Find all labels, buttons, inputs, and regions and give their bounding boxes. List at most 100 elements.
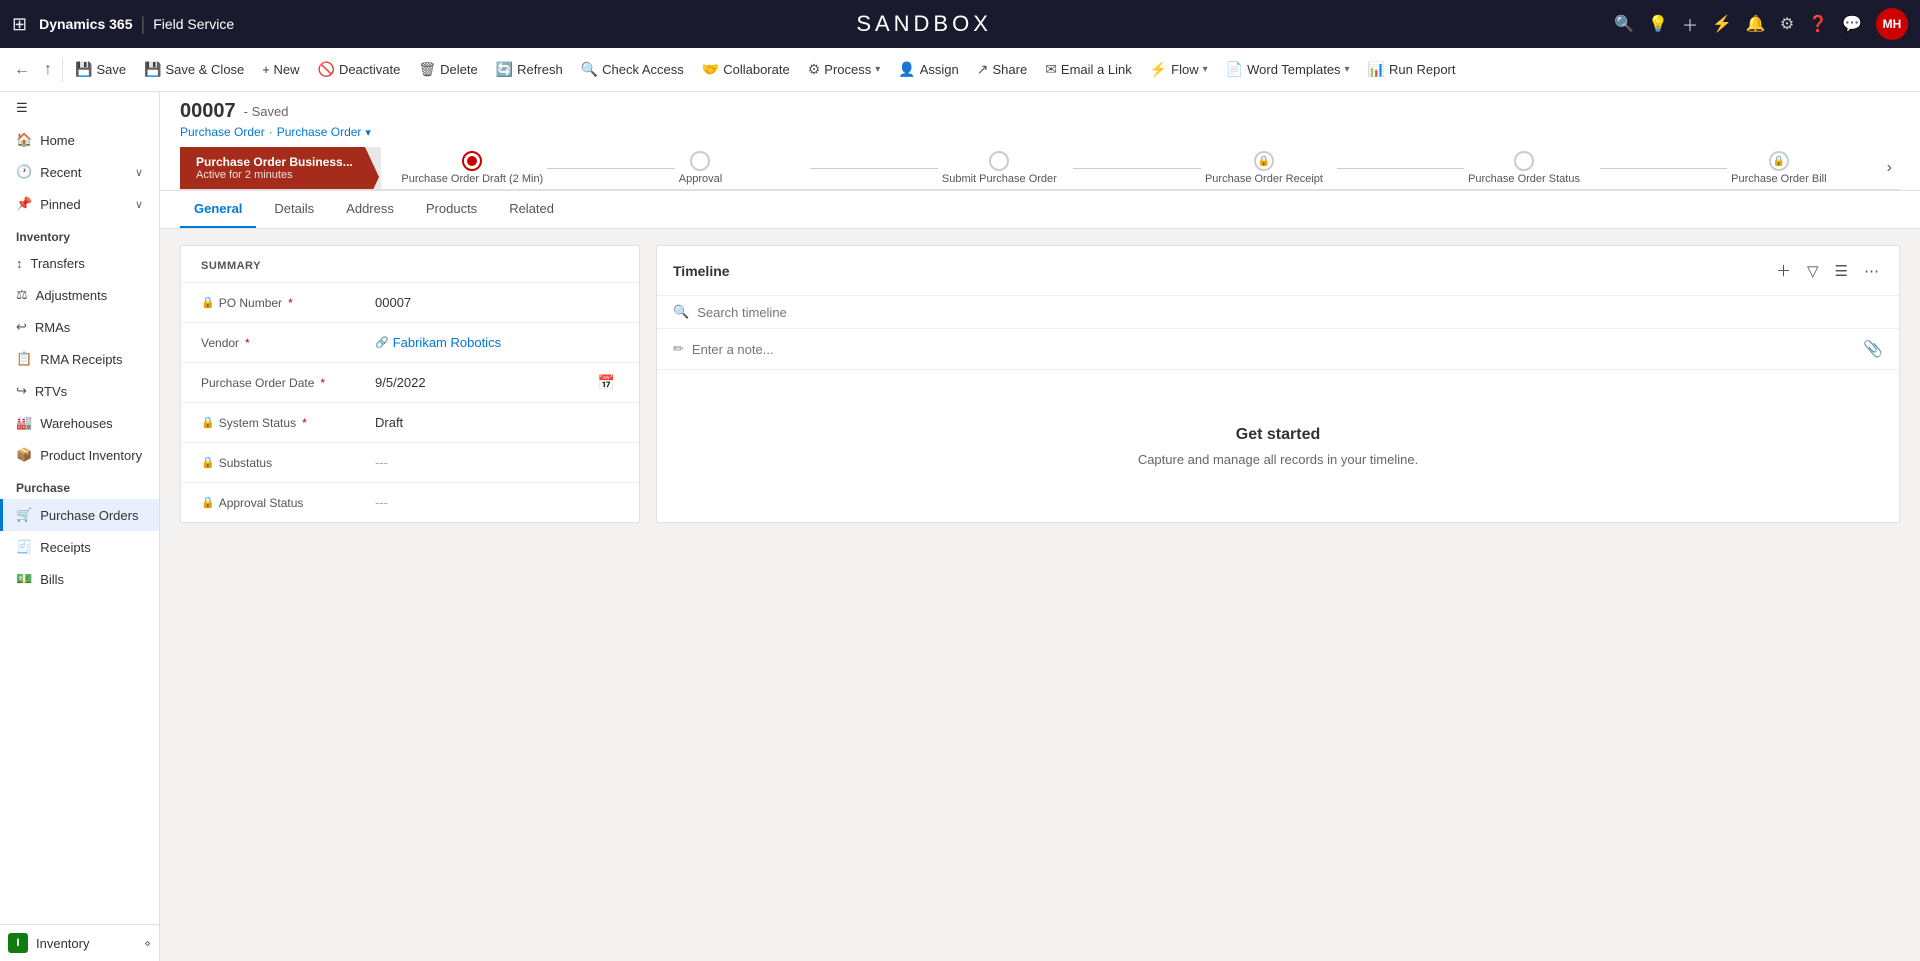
brand-module[interactable]: Field Service [153, 16, 234, 32]
po-number-value[interactable]: 00007 [371, 293, 619, 313]
sidebar-item-transfers[interactable]: ↕ Transfers [0, 248, 159, 279]
back-button[interactable]: ← [8, 57, 36, 83]
refresh-button[interactable]: 🔄 Refresh [488, 57, 571, 82]
receipts-icon: 🧾 [16, 539, 32, 555]
sidebar-item-bills[interactable]: 💵 Bills [0, 563, 159, 595]
step-5-circle [1514, 151, 1534, 171]
sidebar-item-recent[interactable]: 🕐 Recent ∨ [0, 156, 159, 188]
brand: Dynamics 365 | Field Service [39, 14, 234, 35]
system-status-value[interactable]: Draft [371, 413, 619, 433]
timeline-title: Timeline [673, 263, 1772, 279]
timeline-search-input[interactable] [697, 305, 1883, 320]
lightbulb-icon[interactable]: 💡 [1648, 14, 1668, 34]
step-connector-4 [1337, 168, 1465, 169]
command-bar: ← ↑ 💾 Save 💾 Save & Close + New 🚫 Deacti… [0, 48, 1920, 92]
nav-icons: 🔍 💡 ＋ ⚡ 🔔 ⚙ ❓ 💬 MH [1614, 8, 1908, 40]
menu-icon: ☰ [16, 100, 28, 116]
tab-products[interactable]: Products [412, 191, 491, 228]
vendor-value[interactable]: 🔗 Fabrikam Robotics [371, 333, 619, 353]
pin-icon: 📌 [16, 196, 32, 212]
process-step-3[interactable]: Submit Purchase Order [942, 151, 1070, 185]
bell-icon[interactable]: 🔔 [1746, 14, 1766, 34]
process-step-2[interactable]: Approval [679, 151, 807, 185]
check-access-button[interactable]: 🔍 Check Access [573, 57, 692, 82]
brand-separator: | [141, 14, 146, 35]
tab-related[interactable]: Related [495, 191, 568, 228]
status-lock-icon: 🔒 [201, 416, 215, 429]
sidebar-item-product-inventory[interactable]: 📦 Product Inventory [0, 439, 159, 471]
word-templates-button[interactable]: 📄 Word Templates ▾ [1218, 57, 1358, 82]
sidebar-item-rtvs[interactable]: ↪ RTVs [0, 375, 159, 407]
breadcrumb-item-2[interactable]: Purchase Order [277, 125, 362, 139]
process-step-5[interactable]: Purchase Order Status [1468, 151, 1596, 185]
note-input[interactable] [692, 342, 1855, 357]
delete-button[interactable]: 🗑 Delete [410, 57, 485, 82]
po-date-value[interactable]: 9/5/2022 📅 [371, 372, 619, 394]
brand-dynamics[interactable]: Dynamics 365 [39, 16, 132, 32]
tab-address[interactable]: Address [332, 191, 408, 228]
recent-chevron-icon: ∨ [135, 166, 143, 179]
timeline-filter-button[interactable]: ▽ [1803, 260, 1823, 282]
forward-button[interactable]: ↑ [38, 57, 58, 83]
process-expand-button[interactable]: › [1879, 147, 1900, 189]
step-4-circle: 🔒 [1254, 151, 1274, 171]
step-5-label: Purchase Order Status [1468, 173, 1580, 185]
process-step-6[interactable]: 🔒 Purchase Order Bill [1731, 151, 1859, 185]
sidebar-item-purchase-orders[interactable]: 🛒 Purchase Orders [0, 499, 159, 531]
process-active-step[interactable]: Purchase Order Business... Active for 2 … [180, 147, 365, 189]
sidebar-item-rma-receipts[interactable]: 📋 RMA Receipts [0, 343, 159, 375]
process-chevron-icon: ▾ [875, 64, 880, 75]
breadcrumb-chevron-icon[interactable]: ▾ [365, 126, 371, 139]
timeline-list-button[interactable]: ☰ [1831, 260, 1852, 282]
field-approval-status: 🔒 Approval Status --- [181, 482, 639, 522]
record-id: 00007 [180, 100, 236, 123]
save-button[interactable]: 💾 Save [67, 57, 134, 82]
form-area: SUMMARY 🔒 PO Number * 00007 Vendor * [160, 229, 1920, 539]
process-active-title: Purchase Order Business... [196, 155, 353, 169]
process-step-1[interactable]: Purchase Order Draft (2 Min) [401, 151, 543, 185]
avatar[interactable]: MH [1876, 8, 1908, 40]
sidebar-item-rmas[interactable]: ↩ RMAs [0, 311, 159, 343]
run-report-button[interactable]: 📊 Run Report [1360, 57, 1464, 82]
step-connector-1 [547, 168, 675, 169]
save-close-button[interactable]: 💾 Save & Close [136, 57, 252, 82]
attachment-icon[interactable]: 📎 [1863, 339, 1883, 359]
timeline-add-button[interactable]: ＋ [1772, 258, 1795, 283]
chat-icon[interactable]: 💬 [1842, 14, 1862, 34]
filter-nav-icon[interactable]: ⚡ [1712, 14, 1732, 34]
tab-general[interactable]: General [180, 191, 256, 228]
timeline-more-button[interactable]: ⋯ [1860, 260, 1883, 282]
purchase-orders-icon: 🛒 [16, 507, 32, 523]
settings-icon[interactable]: ⚙ [1780, 14, 1794, 34]
share-button[interactable]: ↗ Share [969, 57, 1035, 82]
deactivate-button[interactable]: 🚫 Deactivate [310, 57, 409, 82]
breadcrumb-item-1[interactable]: Purchase Order [180, 125, 265, 139]
sidebar-bottom[interactable]: I Inventory ⋄ [0, 924, 159, 961]
app-grid-icon[interactable]: ⊞ [12, 14, 27, 35]
process-step-4[interactable]: 🔒 Purchase Order Receipt [1205, 151, 1333, 185]
sidebar-item-warehouses[interactable]: 🏭 Warehouses [0, 407, 159, 439]
save-icon: 💾 [75, 61, 92, 78]
search-nav-icon[interactable]: 🔍 [1614, 14, 1634, 34]
tab-details[interactable]: Details [260, 191, 328, 228]
calendar-icon[interactable]: 📅 [598, 374, 615, 391]
process-button[interactable]: ⚙ Process ▾ [800, 57, 889, 82]
sidebar-item-pinned[interactable]: 📌 Pinned ∨ [0, 188, 159, 220]
report-icon: 📊 [1368, 61, 1385, 78]
collaborate-button[interactable]: 🤝 Collaborate [694, 57, 798, 82]
add-nav-icon[interactable]: ＋ [1682, 12, 1698, 36]
sidebar-item-home[interactable]: 🏠 Home [0, 124, 159, 156]
email-link-button[interactable]: ✉ Email a Link [1037, 57, 1140, 82]
inventory-section-header: Inventory [0, 220, 159, 248]
approval-status-value[interactable]: --- [371, 493, 619, 513]
assign-button[interactable]: 👤 Assign [890, 57, 966, 82]
new-button[interactable]: + New [254, 58, 307, 81]
sidebar-item-adjustments[interactable]: ⚖ Adjustments [0, 279, 159, 311]
flow-button[interactable]: ⚡ Flow ▾ [1142, 57, 1216, 82]
email-icon: ✉ [1045, 61, 1057, 78]
substatus-value[interactable]: --- [371, 453, 619, 473]
help-icon[interactable]: ❓ [1808, 14, 1828, 34]
hamburger-menu[interactable]: ☰ [0, 92, 159, 124]
sidebar-item-receipts[interactable]: 🧾 Receipts [0, 531, 159, 563]
step-connector-2 [810, 168, 938, 169]
